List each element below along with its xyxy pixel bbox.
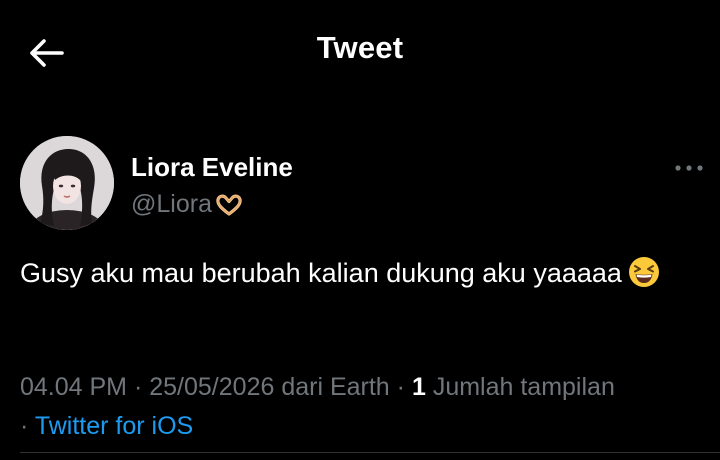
- top-bar: Tweet: [0, 0, 720, 100]
- meta-separator: ·: [20, 412, 29, 440]
- avatar[interactable]: [20, 136, 114, 230]
- source-link[interactable]: Twitter for iOS: [35, 412, 193, 440]
- tweet-date: 25/05/2026: [149, 373, 275, 401]
- tweet-author: Liora Eveline @Liora: [20, 136, 710, 232]
- meta-separator: ·: [396, 373, 405, 401]
- more-horizontal-icon: [675, 165, 703, 171]
- tweet-body: Gusy aku mau berubah kalian dukung aku y…: [20, 252, 700, 300]
- author-handle[interactable]: @Liora: [131, 190, 243, 219]
- divider: [20, 452, 720, 453]
- views-count: 1: [411, 373, 426, 401]
- author-handle-text: @Liora: [131, 190, 212, 218]
- author-display-name[interactable]: Liora Eveline: [131, 152, 293, 183]
- tweet-time: 04.04 PM: [20, 373, 128, 401]
- tweet-location: dari Earth: [281, 373, 390, 401]
- meta-separator: ·: [133, 373, 143, 401]
- grinning-squinting-face-emoji: [628, 256, 660, 300]
- views-label: Jumlah tampilan: [432, 373, 615, 401]
- tweet-text: Gusy aku mau berubah kalian dukung aku y…: [20, 258, 622, 288]
- page-title: Tweet: [316, 30, 404, 65]
- tweet-meta: 04.04 PM · 25/05/2026 dari Earth · 1 Jum…: [20, 368, 710, 446]
- heart-hands-emoji: [216, 194, 242, 216]
- more-options-button[interactable]: [672, 158, 706, 178]
- profile-photo: [20, 136, 114, 230]
